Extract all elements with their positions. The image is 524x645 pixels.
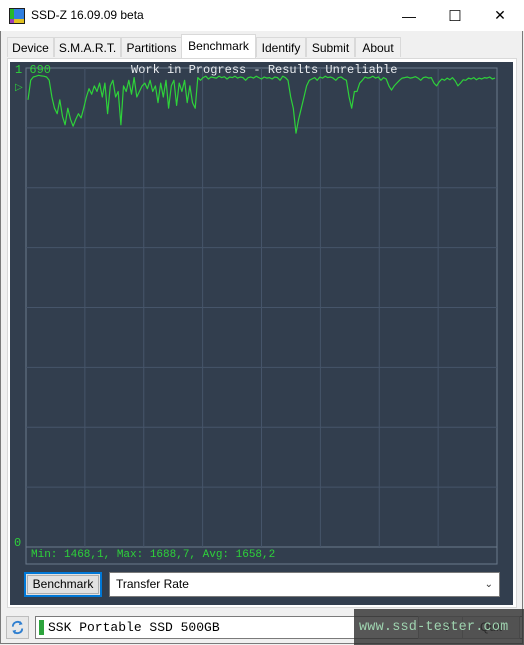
chevron-down-icon: ⌄ xyxy=(484,579,493,590)
benchmark-button[interactable]: Benchmark xyxy=(24,572,102,597)
drive-status-indicator xyxy=(39,620,44,635)
drive-name: SSK Portable SSD 500GB xyxy=(48,620,220,635)
refresh-icon xyxy=(11,620,24,635)
y-axis-min-label: 0 xyxy=(14,536,22,550)
refresh-button[interactable] xyxy=(6,616,29,639)
current-value-marker-icon: ▷ xyxy=(15,82,23,93)
metric-select[interactable]: Transfer Rate ⌄ xyxy=(109,572,500,597)
y-axis-max-label: 1 690 xyxy=(15,63,52,77)
tab-benchmark[interactable]: Benchmark xyxy=(181,34,256,58)
chart-stats: Min: 1468,1, Max: 1688,7, Avg: 1658,2 xyxy=(31,549,276,561)
watermark-text: www.ssd-tester.com xyxy=(359,620,509,635)
metric-select-value: Transfer Rate xyxy=(116,577,189,591)
chart-title: Work in Progress - Results Unreliable xyxy=(131,63,398,77)
